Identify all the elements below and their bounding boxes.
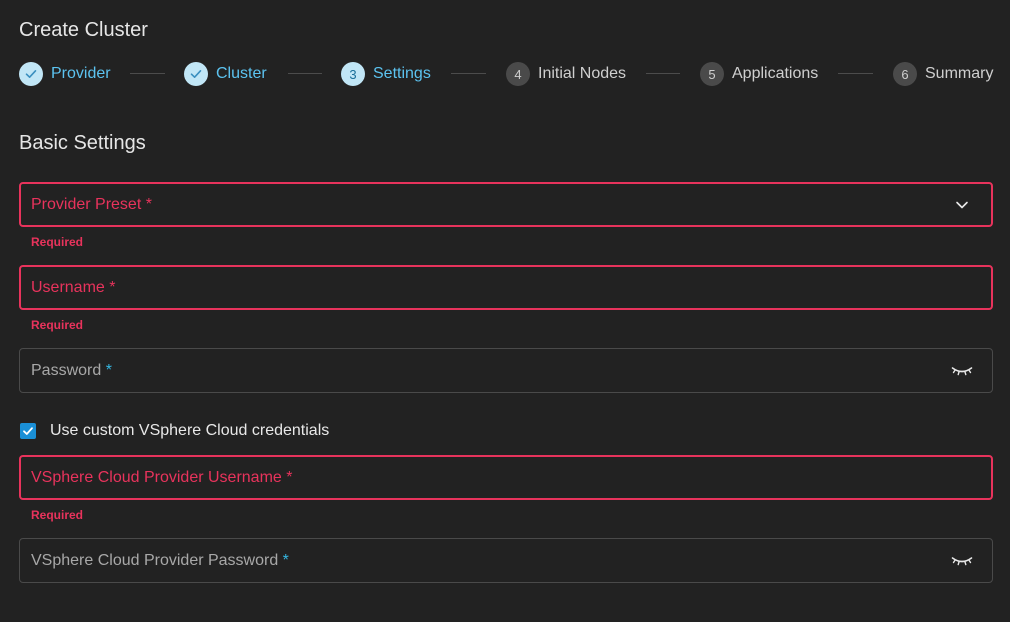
step-connector [288, 73, 322, 74]
username-label: Username * [31, 278, 116, 296]
eye-closed-icon[interactable] [951, 360, 973, 382]
step-settings[interactable]: 3 Settings [341, 61, 431, 87]
eye-closed-icon[interactable] [951, 550, 973, 572]
step-connector [838, 73, 873, 74]
provider-preset-error: Required [31, 235, 84, 249]
check-icon [190, 70, 202, 78]
step-summary-number: 6 [893, 62, 917, 86]
vsphere-username-field[interactable]: VSphere Cloud Provider Username * [19, 455, 993, 500]
check-icon [25, 70, 37, 78]
custom-credentials-checkbox[interactable] [20, 423, 36, 439]
step-connector [130, 73, 165, 74]
step-initial-nodes-label: Initial Nodes [538, 65, 627, 82]
vsphere-username-error: Required [31, 508, 84, 522]
step-applications[interactable]: 5 Applications [700, 61, 818, 87]
username-error: Required [31, 318, 84, 332]
step-connector [646, 73, 680, 74]
step-connector [451, 73, 486, 74]
password-label: Password * [31, 361, 112, 379]
checkmark-icon [23, 427, 33, 435]
vsphere-password-label: VSphere Cloud Provider Password * [31, 551, 289, 569]
step-cluster-check [184, 62, 208, 86]
step-provider[interactable]: Provider [19, 61, 111, 87]
vsphere-username-label: VSphere Cloud Provider Username * [31, 468, 293, 486]
step-applications-label: Applications [732, 65, 819, 82]
step-settings-label: Settings [373, 65, 431, 82]
step-settings-number: 3 [341, 62, 365, 86]
step-summary-label: Summary [925, 65, 994, 82]
custom-credentials-label: Use custom VSphere Cloud credentials [50, 422, 330, 439]
step-initial-nodes-number: 4 [506, 62, 530, 86]
step-provider-label: Provider [51, 65, 111, 82]
username-field[interactable]: Username * [19, 265, 993, 310]
wizard-stepper: Provider Cluster 3 Settings 4 Initial No… [19, 61, 993, 87]
custom-credentials-checkbox-row[interactable]: Use custom VSphere Cloud credentials [19, 421, 329, 441]
step-provider-check [19, 62, 43, 86]
vsphere-password-field[interactable]: VSphere Cloud Provider Password * [19, 538, 993, 583]
step-cluster[interactable]: Cluster [184, 61, 267, 87]
provider-preset-select[interactable]: Provider Preset * [19, 182, 993, 227]
password-field[interactable]: Password * [19, 348, 993, 393]
step-cluster-label: Cluster [216, 65, 267, 82]
step-summary[interactable]: 6 Summary [893, 61, 993, 87]
chevron-down-icon[interactable] [951, 194, 973, 216]
step-applications-number: 5 [700, 62, 724, 86]
section-title: Basic Settings [19, 132, 146, 154]
page-title: Create Cluster [19, 19, 148, 41]
provider-preset-label: Provider Preset * [31, 195, 152, 213]
step-initial-nodes[interactable]: 4 Initial Nodes [506, 61, 626, 87]
